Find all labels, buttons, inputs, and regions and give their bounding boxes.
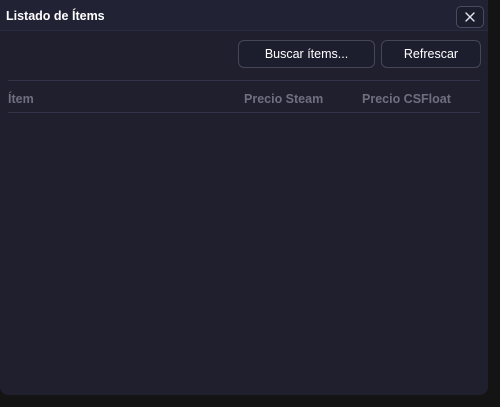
close-icon <box>465 12 475 22</box>
close-button[interactable] <box>456 6 484 28</box>
title-bar: Listado de Ítems <box>0 0 488 31</box>
search-items-button[interactable]: Buscar ítems... <box>238 40 375 68</box>
refresh-button[interactable]: Refrescar <box>381 40 481 68</box>
column-header-csfloat-price[interactable]: Precio CSFloat <box>362 92 451 106</box>
column-header-item[interactable]: Ítem <box>8 92 34 106</box>
items-window: Listado de Ítems Buscar ítems... Refresc… <box>0 0 488 395</box>
window-title: Listado de Ítems <box>6 9 105 23</box>
table-top-divider <box>8 80 480 81</box>
items-table-body[interactable] <box>8 113 480 388</box>
column-header-steam-price[interactable]: Precio Steam <box>244 92 323 106</box>
